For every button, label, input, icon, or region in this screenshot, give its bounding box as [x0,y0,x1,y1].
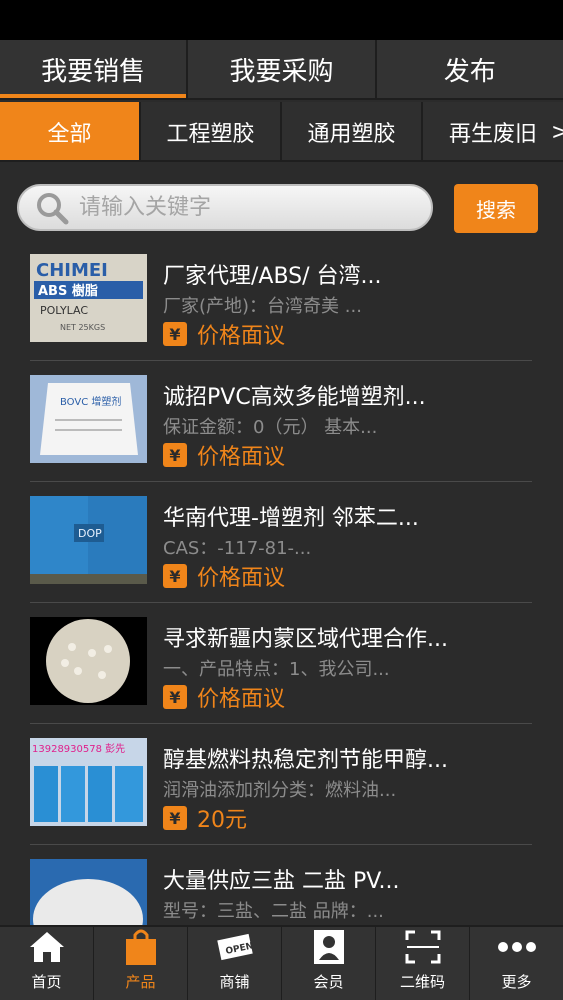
nav-home[interactable]: 首页 [0,927,94,1000]
product-thumbnail [30,859,147,925]
product-item[interactable]: DOP 华南代理-增塑剂 邻苯二... CAS：-117-81-... ¥ 价格… [30,482,532,603]
price-text: 价格面议 [197,324,286,349]
product-thumbnail: DOP [30,496,147,584]
product-thumbnail: 13928930578 彭先 [30,738,147,826]
svg-text:NET 25KGS: NET 25KGS [60,323,105,332]
product-desc: 厂家(产地)：台湾奇美 ... [163,296,362,317]
category-engineering-plastics[interactable]: 工程塑胶 [141,102,282,160]
product-title: 华南代理-增塑剂 邻苯二... [163,506,419,531]
home-icon [27,927,67,967]
search-box[interactable] [17,184,433,231]
more-icon [497,927,537,967]
nav-shops[interactable]: OPEN 商铺 [188,927,282,1000]
nav-members[interactable]: 会员 [282,927,376,1000]
product-item[interactable]: 13928930578 彭先 醇基燃料热稳定剂节能甲醇... 润滑油添加剂分类：… [30,724,532,845]
product-title: 醇基燃料热稳定剂节能甲醇... [163,748,448,773]
svg-text:ABS 樹脂: ABS 樹脂 [38,283,98,299]
product-item[interactable]: 寻求新疆内蒙区域代理合作... 一、产品特点：1、我公司... ¥ 价格面议 [30,603,532,724]
nav-products-label: 产品 [125,973,156,991]
yen-icon: ¥ [163,806,187,830]
yen-icon: ¥ [163,564,187,588]
nav-more[interactable]: 更多 [470,927,563,1000]
category-all[interactable]: 全部 [0,102,141,160]
member-icon [311,927,347,967]
yen-icon: ¥ [163,443,187,467]
svg-text:DOP: DOP [78,527,102,540]
category-recycled[interactable]: 再生废旧 [423,102,563,160]
nav-products[interactable]: 产品 [94,927,188,1000]
product-thumbnail: CHIMEI ABS 樹脂 POLYLAC NET 25KGS [30,254,147,342]
price-text: 价格面议 [197,687,286,712]
price-text: 价格面议 [197,566,286,591]
yen-icon: ¥ [163,322,187,346]
bag-icon [123,927,159,967]
product-item[interactable]: CHIMEI ABS 樹脂 POLYLAC NET 25KGS 厂家代理/ABS… [30,240,532,361]
tab-sell[interactable]: 我要销售 [0,40,189,98]
product-title: 大量供应三盐 二盐 PV... [163,869,400,894]
product-price: ¥ 20元 [163,802,247,834]
nav-qrcode-label: 二维码 [399,973,445,991]
tab-buy[interactable]: 我要采购 [188,40,377,98]
search-button[interactable]: 搜索 [454,184,538,233]
yen-icon: ¥ [163,685,187,709]
svg-text:POLYLAC: POLYLAC [40,304,88,317]
bottom-nav: 首页 产品 OPEN 商铺 会员 二维码 更多 [0,925,563,1000]
search-input[interactable] [79,195,399,220]
nav-qrcode[interactable]: 二维码 [376,927,470,1000]
product-list: CHIMEI ABS 樹脂 POLYLAC NET 25KGS 厂家代理/ABS… [0,240,563,925]
product-item[interactable]: BOVC 增塑剂 诚招PVC高效多能增塑剂... 保证金额：0（元） 基本...… [30,361,532,482]
product-price: ¥ 价格面议 [163,439,285,471]
svg-text:CHIMEI: CHIMEI [36,260,108,281]
product-title: 诚招PVC高效多能增塑剂... [163,385,426,410]
category-bar: < 全部 工程塑胶 通用塑胶 再生废旧 > [0,102,563,162]
svg-text:13928930578 彭先: 13928930578 彭先 [32,742,125,755]
price-text: 20元 [197,808,247,833]
shop-icon: OPEN [215,927,255,967]
nav-home-label: 首页 [31,973,62,991]
tab-publish[interactable]: 发布 [377,40,563,98]
svg-text:BOVC 增塑剂: BOVC 增塑剂 [60,395,121,408]
product-desc: 一、产品特点：1、我公司... [163,659,390,680]
nav-members-label: 会员 [313,973,344,991]
product-thumbnail [30,617,147,705]
nav-shops-label: 商铺 [219,973,250,991]
search-icon [37,192,69,224]
product-title: 寻求新疆内蒙区域代理合作... [163,627,448,652]
product-desc: CAS：-117-81-... [163,538,312,559]
product-thumbnail: BOVC 增塑剂 [30,375,147,463]
product-price: ¥ 价格面议 [163,318,285,350]
product-price: ¥ 价格面议 [163,681,285,713]
product-title: 厂家代理/ABS/ 台湾... [163,264,382,289]
product-price: ¥ 价格面议 [163,560,285,592]
top-tabs: 我要销售 我要采购 发布 [0,40,563,100]
nav-more-label: 更多 [501,973,532,991]
qr-icon [403,927,443,967]
status-bar [0,0,563,40]
product-desc: 保证金额：0（元） 基本... [163,417,378,438]
price-text: 价格面议 [197,445,286,470]
chevron-right-icon[interactable]: > [551,102,563,160]
product-desc: 型号：三盐、二盐 品牌：... [163,901,384,922]
product-item[interactable]: 大量供应三盐 二盐 PV... 型号：三盐、二盐 品牌：... [30,845,532,925]
category-general-plastics[interactable]: 通用塑胶 [282,102,423,160]
product-desc: 润滑油添加剂分类：燃料油... [163,780,397,801]
